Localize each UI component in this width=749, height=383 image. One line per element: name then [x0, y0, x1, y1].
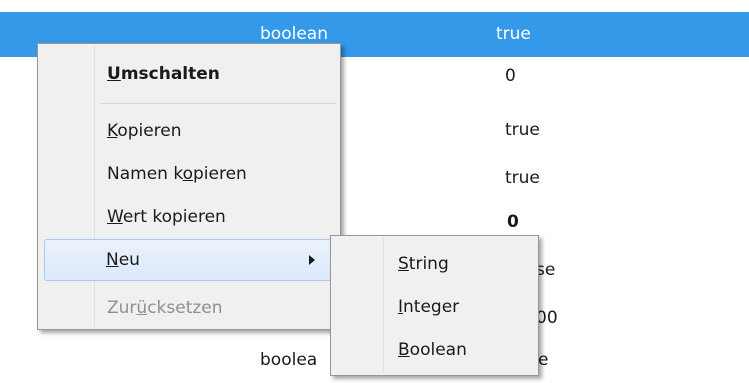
menu-item-label: Boolean — [398, 340, 467, 360]
submenu-item-string[interactable]: String — [335, 243, 534, 285]
menu-item-label: Zurücksetzen — [107, 298, 223, 318]
menu-item-toggle[interactable]: Umschalten — [42, 53, 336, 95]
row-type: boolea — [260, 350, 318, 370]
row-value: true — [505, 120, 540, 140]
menu-item-label: Integer — [398, 297, 460, 317]
menu-item-label: Neu — [106, 250, 140, 270]
menu-item-label: String — [398, 254, 449, 274]
menu-separator — [100, 103, 336, 104]
row-value: 0 — [505, 66, 516, 86]
row-value: true — [505, 168, 540, 188]
row-value: 00 — [536, 308, 558, 328]
new-submenu: String Integer Boolean — [330, 235, 539, 376]
menu-item-copy-name[interactable]: Namen kopieren — [42, 153, 336, 195]
menu-item-label: Kopieren — [107, 121, 182, 141]
menu-item-label: Wert kopieren — [107, 207, 226, 227]
menu-item-copy[interactable]: Kopieren — [42, 110, 336, 152]
menu-item-new[interactable]: Neu — [44, 239, 332, 281]
context-menu: Umschalten Kopieren Namen kopieren Wert … — [37, 43, 341, 330]
menu-item-label: Umschalten — [107, 64, 220, 84]
row-value: true — [496, 24, 531, 44]
menu-item-label: Namen kopieren — [107, 164, 247, 184]
submenu-item-integer[interactable]: Integer — [335, 286, 534, 328]
submenu-arrow-icon — [309, 255, 315, 265]
submenu-item-boolean[interactable]: Boolean — [335, 329, 534, 371]
menu-item-copy-value[interactable]: Wert kopieren — [42, 196, 336, 238]
row-value: e — [538, 350, 549, 370]
menu-item-reset[interactable]: Zurücksetzen — [42, 287, 336, 329]
